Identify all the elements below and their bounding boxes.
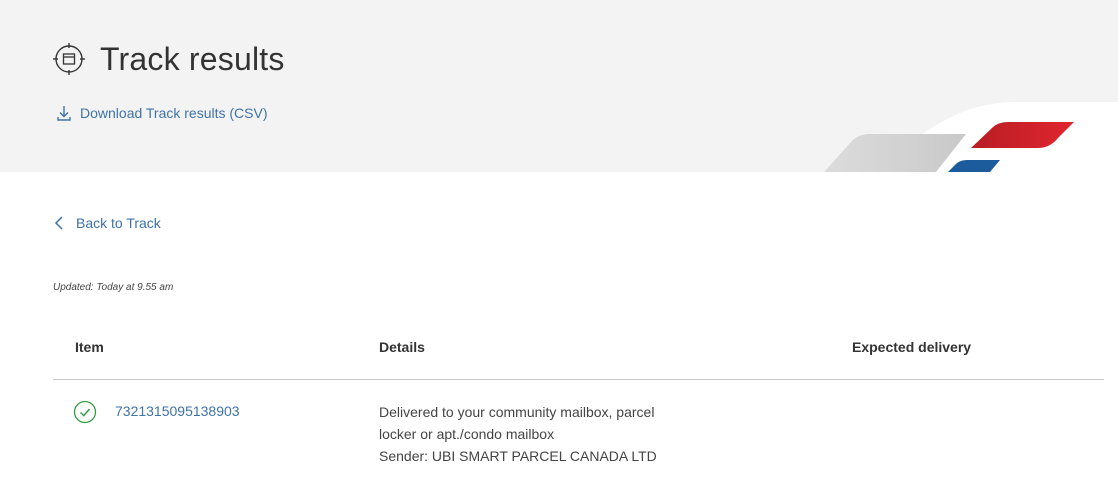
table-header-divider — [53, 379, 1104, 380]
back-to-track-link[interactable]: Back to Track — [54, 215, 161, 231]
column-header-item: Item — [75, 339, 104, 355]
updated-timestamp: Updated: Today at 9.55 am — [53, 282, 174, 293]
column-header-expected-delivery: Expected delivery — [852, 339, 972, 355]
download-icon — [57, 106, 71, 121]
details-line-1: Delivered to your community mailbox, par… — [379, 404, 655, 420]
check-circle-icon — [73, 400, 97, 424]
back-to-track-label: Back to Track — [76, 215, 161, 231]
page: Track results Download Track results (CS… — [0, 0, 1118, 482]
header-banner — [0, 0, 1118, 172]
column-header-details: Details — [379, 339, 425, 355]
details-line-2: locker or apt./condo mailbox — [379, 426, 555, 442]
tracking-number-link[interactable]: 7321315095138903 — [115, 403, 240, 419]
title-row: Track results — [52, 40, 285, 78]
download-csv-link[interactable]: Download Track results (CSV) — [56, 104, 268, 122]
page-title: Track results — [100, 41, 285, 77]
details-sender: Sender: UBI SMART PARCEL CANADA LTD — [379, 448, 657, 464]
chevron-left-icon — [54, 216, 63, 230]
delivery-details: Delivered to your community mailbox, par… — [379, 401, 657, 467]
download-csv-label: Download Track results (CSV) — [80, 105, 268, 121]
track-target-icon — [53, 43, 85, 75]
brand-graphic — [824, 102, 1118, 172]
